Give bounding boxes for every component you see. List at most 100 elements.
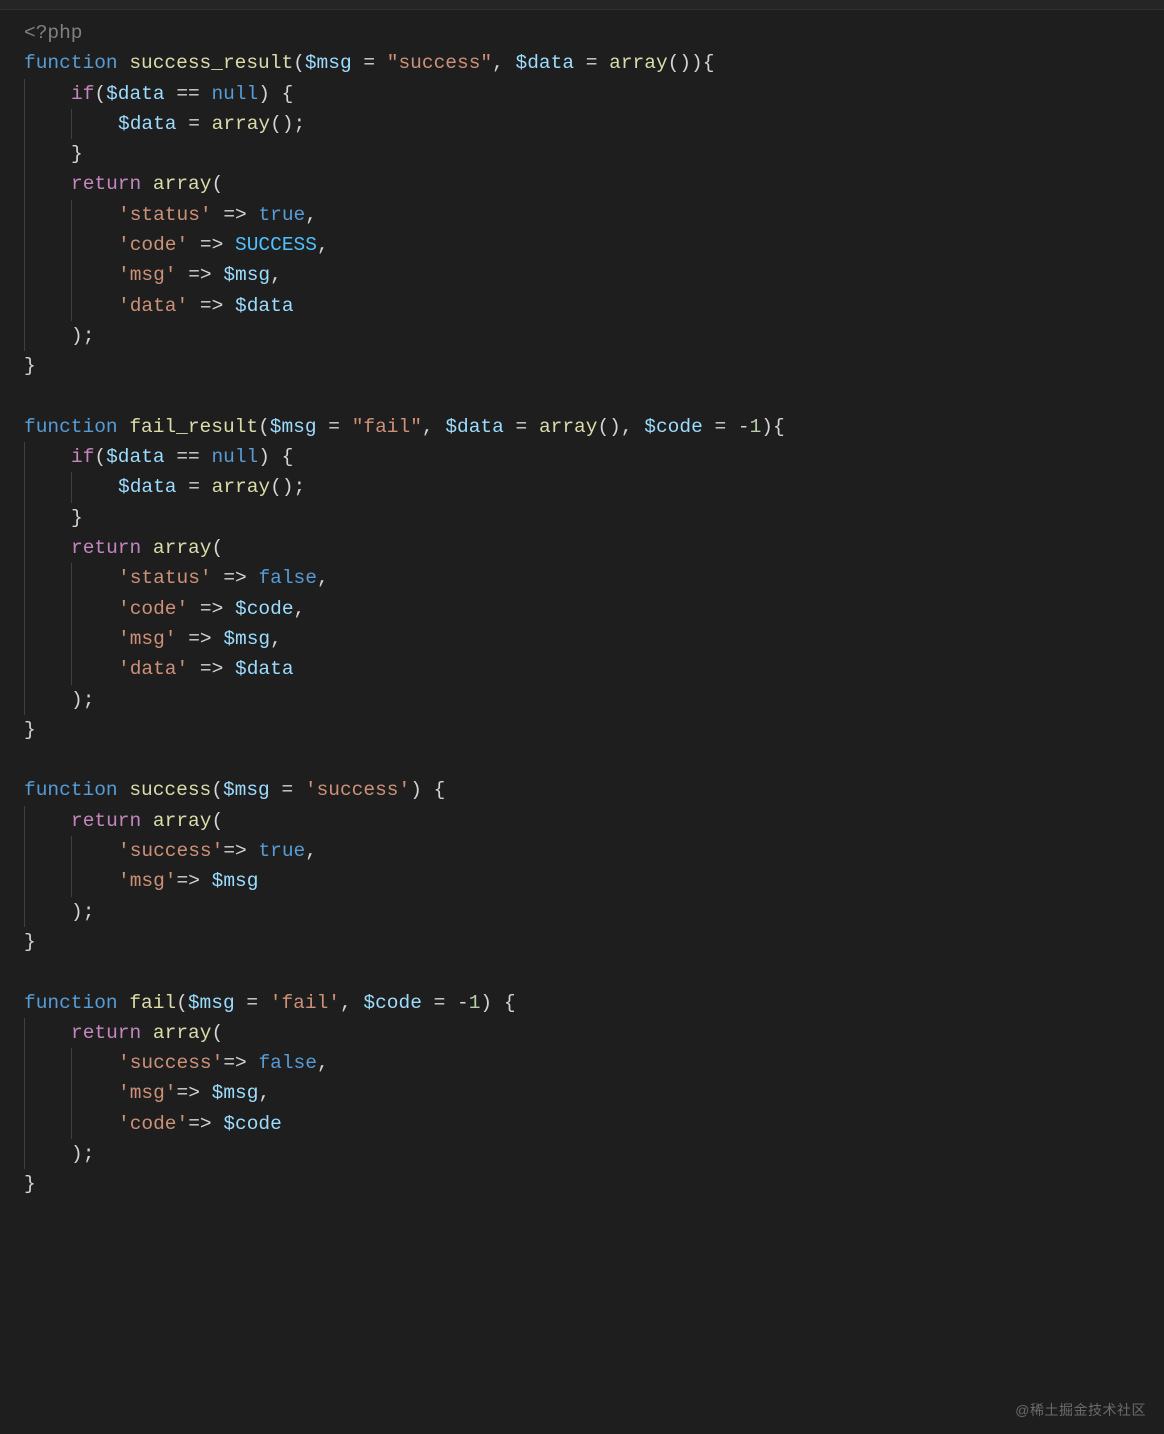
code-line[interactable]: 'msg' => $msg, <box>24 624 1164 654</box>
code-token <box>165 446 177 468</box>
code-line[interactable]: 'success'=> true, <box>24 836 1164 866</box>
code-line[interactable] <box>24 382 1164 412</box>
code-line[interactable]: } <box>24 1169 1164 1199</box>
code-token <box>177 113 189 135</box>
code-token: => <box>223 1052 246 1074</box>
code-token: ); <box>71 689 94 711</box>
code-line[interactable]: ); <box>24 897 1164 927</box>
code-editor[interactable]: <?phpfunction success_result($msg = "suc… <box>0 0 1164 1434</box>
code-line[interactable]: $data = array(); <box>24 109 1164 139</box>
code-line[interactable]: return array( <box>24 1018 1164 1048</box>
code-line[interactable]: function fail_result($msg = "fail", $dat… <box>24 412 1164 442</box>
code-line[interactable]: 'msg' => $msg, <box>24 260 1164 290</box>
code-line[interactable] <box>24 745 1164 775</box>
code-line[interactable]: if($data == null) { <box>24 442 1164 472</box>
indent-guide <box>24 1048 71 1078</box>
code-token: ()){ <box>668 52 715 74</box>
code-line[interactable]: 'msg'=> $msg <box>24 866 1164 896</box>
code-line[interactable]: } <box>24 351 1164 381</box>
indent-guide <box>24 1109 71 1139</box>
code-token: function <box>24 992 118 1014</box>
code-line[interactable]: } <box>24 715 1164 745</box>
code-token: , <box>294 598 306 620</box>
code-line[interactable]: 'code'=> $code <box>24 1109 1164 1139</box>
code-token: null <box>211 446 258 468</box>
code-line[interactable]: if($data == null) { <box>24 79 1164 109</box>
code-line[interactable] <box>24 957 1164 987</box>
code-token: == <box>176 83 199 105</box>
code-token: 'code' <box>118 1113 188 1135</box>
code-token: 'code' <box>118 598 188 620</box>
code-token <box>270 779 282 801</box>
code-token <box>235 992 247 1014</box>
code-token: = <box>714 416 726 438</box>
code-area[interactable]: <?phpfunction success_result($msg = "suc… <box>0 10 1164 1200</box>
code-token <box>188 295 200 317</box>
code-token: ( <box>176 992 188 1014</box>
indent-guide <box>24 321 71 351</box>
code-token: => <box>223 204 246 226</box>
code-token <box>375 52 387 74</box>
code-token: => <box>188 628 211 650</box>
indent-guide <box>24 836 71 866</box>
code-line[interactable]: ); <box>24 685 1164 715</box>
code-line[interactable]: 'data' => $data <box>24 291 1164 321</box>
code-line[interactable]: 'status' => false, <box>24 563 1164 593</box>
code-token: 'msg' <box>118 870 177 892</box>
code-token: $msg <box>223 628 270 650</box>
code-token <box>141 173 153 195</box>
code-token: => <box>177 1082 200 1104</box>
code-token <box>340 416 352 438</box>
code-token: ( <box>94 446 106 468</box>
code-token: => <box>200 295 223 317</box>
code-line[interactable]: function success_result($msg = "success"… <box>24 48 1164 78</box>
code-token: ( <box>211 1022 223 1044</box>
code-token: $data <box>445 416 504 438</box>
code-token <box>212 567 224 589</box>
code-line[interactable]: 'status' => true, <box>24 200 1164 230</box>
code-token: return <box>71 173 141 195</box>
code-token: $data <box>516 52 575 74</box>
code-token: => <box>200 598 223 620</box>
code-token: success_result <box>129 52 293 74</box>
code-token <box>258 992 270 1014</box>
code-token: $msg <box>188 992 235 1014</box>
code-token: $code <box>363 992 422 1014</box>
code-line[interactable]: function fail($msg = 'fail', $code = -1)… <box>24 988 1164 1018</box>
indent-guide <box>24 200 71 230</box>
code-token: 'success' <box>118 840 223 862</box>
code-line[interactable]: 'data' => $data <box>24 654 1164 684</box>
code-line[interactable]: return array( <box>24 169 1164 199</box>
code-line[interactable]: function success($msg = 'success') { <box>24 775 1164 805</box>
code-token: fail <box>129 992 176 1014</box>
code-token: ) { <box>258 83 293 105</box>
code-line[interactable]: } <box>24 139 1164 169</box>
code-line[interactable]: return array( <box>24 533 1164 563</box>
code-line[interactable]: 'success'=> false, <box>24 1048 1164 1078</box>
code-token: 'success' <box>305 779 410 801</box>
code-token: => <box>188 1113 211 1135</box>
indent-guide <box>71 624 118 654</box>
code-line[interactable]: 'msg'=> $msg, <box>24 1078 1164 1108</box>
editor-tabbar <box>0 0 1164 10</box>
code-token <box>177 264 189 286</box>
code-line[interactable]: <?php <box>24 18 1164 48</box>
code-line[interactable]: return array( <box>24 806 1164 836</box>
code-line[interactable]: 'code' => SUCCESS, <box>24 230 1164 260</box>
code-token: array <box>609 52 668 74</box>
code-line[interactable]: ); <box>24 1139 1164 1169</box>
code-token: $msg <box>305 52 352 74</box>
indent-guide <box>71 1078 118 1108</box>
code-token <box>118 52 130 74</box>
code-token <box>188 658 200 680</box>
code-token <box>527 416 539 438</box>
indent-guide <box>71 594 118 624</box>
code-token: = <box>188 476 200 498</box>
code-line[interactable]: ); <box>24 321 1164 351</box>
code-line[interactable]: } <box>24 927 1164 957</box>
code-line[interactable]: 'code' => $code, <box>24 594 1164 624</box>
code-token: null <box>211 83 258 105</box>
code-line[interactable]: } <box>24 503 1164 533</box>
code-line[interactable]: $data = array(); <box>24 472 1164 502</box>
code-token: return <box>71 810 141 832</box>
